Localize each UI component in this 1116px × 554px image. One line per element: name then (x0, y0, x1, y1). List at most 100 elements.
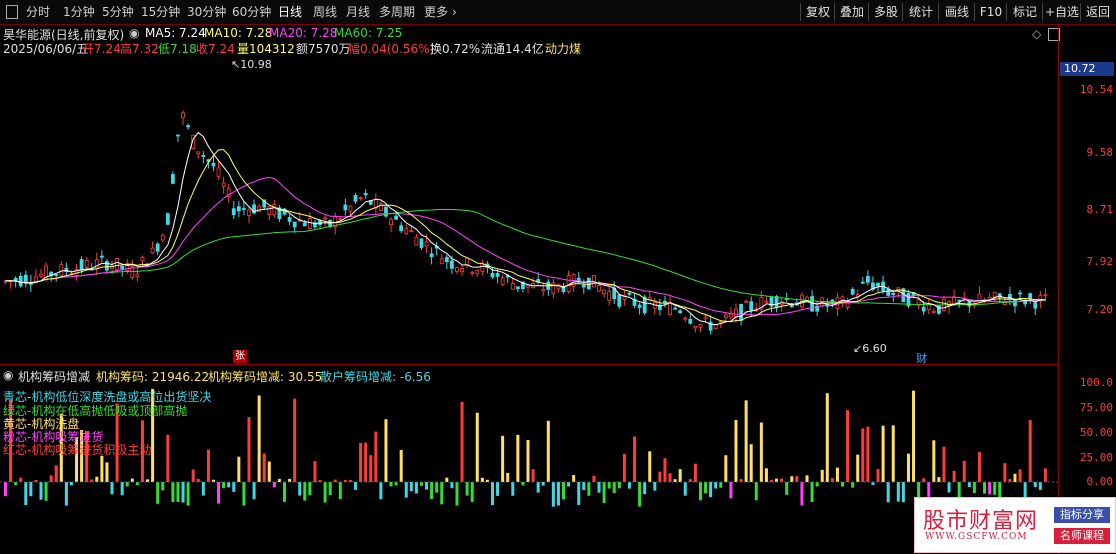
tab-period-1min[interactable]: 1分钟 (63, 4, 95, 20)
candle (120, 266, 125, 270)
candle (500, 277, 505, 285)
candle (515, 286, 520, 290)
candle (764, 300, 769, 303)
candle (323, 217, 327, 220)
candle (698, 323, 703, 328)
indicator-tick: 75.00 (1079, 401, 1113, 414)
candle (429, 253, 434, 257)
tab-period-monthly[interactable]: 月线 (346, 4, 370, 20)
tab-period-multi[interactable]: 多周期 (379, 4, 415, 20)
tab-period-fenshi[interactable]: 分时 (26, 4, 50, 20)
indicator-bar (988, 482, 992, 495)
tab-period-more[interactable]: 更多 (424, 4, 448, 20)
candle (115, 258, 120, 271)
tab-period-30min[interactable]: 30分钟 (187, 4, 226, 20)
kline-chart[interactable] (0, 24, 1058, 554)
candle (79, 259, 84, 271)
watermark-tag: 名师课程 (1054, 528, 1110, 544)
fuquan-button[interactable]: 复权 (800, 3, 835, 21)
candle (455, 267, 459, 272)
indicator-bar (490, 482, 494, 506)
indicator-bar (501, 435, 505, 482)
indicator-bar (612, 482, 616, 493)
candle (637, 304, 642, 308)
candle (734, 308, 738, 318)
back-button[interactable]: 返回 (1080, 3, 1115, 21)
indicator-bar (232, 482, 236, 492)
candle (211, 162, 216, 167)
candle (231, 208, 236, 216)
overlay-button[interactable]: 叠加 (834, 3, 869, 21)
indicator-bar (658, 471, 662, 482)
candle (860, 281, 865, 284)
indicator-bar (425, 482, 429, 490)
draw-line-button[interactable]: 画线 (938, 3, 975, 21)
candle (470, 271, 475, 274)
candle (414, 236, 419, 246)
candle (663, 300, 667, 304)
indicator-bar (886, 482, 890, 503)
indicator-bar (100, 455, 104, 482)
indicator-bar (404, 482, 408, 498)
statistics-button[interactable]: 统计 (902, 3, 939, 21)
candle (419, 238, 424, 248)
indicator-bar (993, 482, 997, 495)
indicator-bar (272, 482, 276, 488)
indicator-bar (815, 482, 819, 487)
candle (627, 292, 632, 295)
mark-button[interactable]: 标记 (1006, 3, 1043, 21)
candle (810, 296, 814, 312)
indicator-bar (1013, 473, 1017, 482)
indicator-bar (394, 482, 398, 486)
event-zhang-badge[interactable]: 张 (233, 350, 247, 363)
indicator-bar (556, 482, 560, 506)
candle (865, 276, 870, 283)
candle (693, 325, 698, 329)
tab-period-15min[interactable]: 15分钟 (141, 4, 180, 20)
indicator-bar (942, 446, 946, 482)
watermark-title: 股市财富网 (923, 509, 1039, 534)
candle (526, 284, 530, 288)
indicator-bar (861, 428, 865, 482)
indicator-bar (643, 482, 647, 495)
indicator-bar (790, 476, 794, 482)
tab-period-60min[interactable]: 60分钟 (232, 4, 271, 20)
indicator-bar (69, 482, 73, 486)
indicator-bar (841, 482, 845, 487)
indicator-bar (668, 473, 672, 482)
indicator-bar (567, 482, 571, 487)
candle (718, 321, 723, 324)
chevron-right-icon[interactable]: › (452, 4, 457, 20)
indicator-bar (800, 482, 804, 506)
candle (247, 209, 251, 216)
candle (302, 222, 307, 227)
candle (54, 274, 59, 276)
indicator-bar (977, 452, 981, 482)
candle (617, 294, 622, 307)
indicator-bar (242, 482, 246, 506)
indicator-bar (1003, 463, 1007, 482)
candle (338, 218, 343, 221)
tab-period-5min[interactable]: 5分钟 (102, 4, 134, 20)
indicator-menu-icon[interactable]: ◉ (3, 368, 13, 382)
candle (465, 257, 470, 266)
indicator-bar (399, 449, 403, 482)
indicator-bar (470, 482, 474, 502)
indicator-bar (313, 461, 317, 482)
candle (165, 213, 170, 225)
indicator-bar (749, 444, 753, 482)
indicator-bar (303, 482, 307, 501)
tab-period-weekly[interactable]: 周线 (313, 4, 337, 20)
indicator-bar (252, 482, 256, 500)
toolbar-menu-icon[interactable] (6, 5, 18, 19)
add-watchlist-button[interactable]: +自选 (1042, 3, 1081, 21)
indicator-bar (597, 482, 601, 493)
indicator-bar (846, 410, 850, 482)
multi-stock-button[interactable]: 多股 (868, 3, 903, 21)
tab-period-daily[interactable]: 日线 (278, 4, 302, 20)
f10-button[interactable]: F10 (974, 3, 1007, 21)
legend-item: 红芯-机构吸筹进货积极主动 (3, 443, 152, 457)
indicator-bar (29, 482, 33, 497)
indicator-bar (156, 482, 160, 504)
price-tick: 8.71 (1086, 203, 1114, 216)
